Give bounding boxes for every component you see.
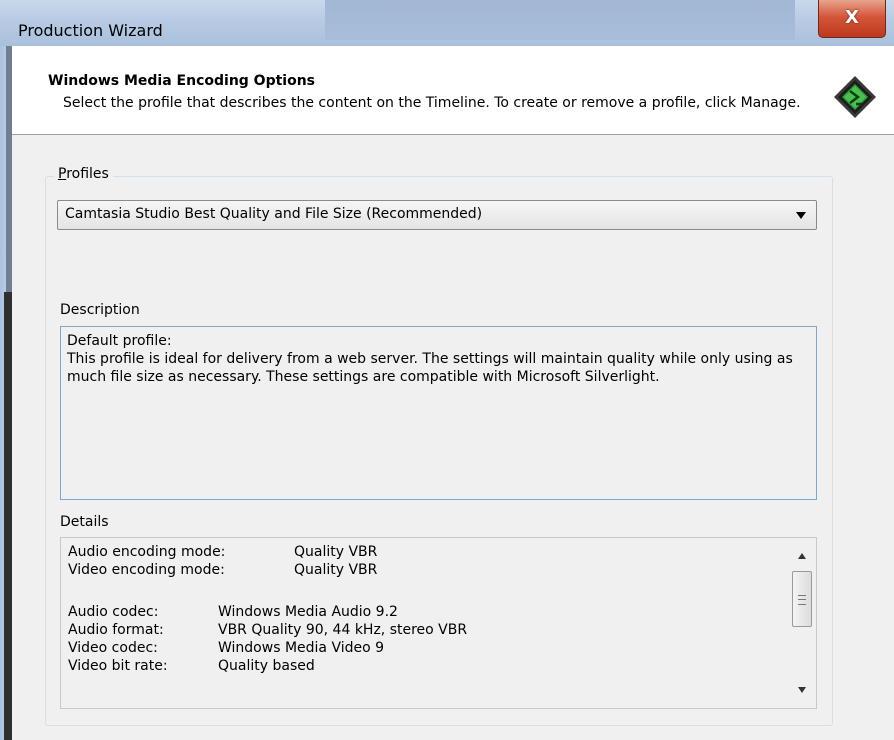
chevron-down-icon[interactable] [796, 212, 806, 219]
details-scrollbar[interactable] [790, 541, 814, 705]
page-subtitle: Select the profile that describes the co… [63, 95, 801, 111]
wizard-header: Windows Media Encoding Options Select th… [12, 46, 894, 135]
profiles-group-label: Profiles [54, 166, 113, 182]
details-row: Video encoding mode: Quality VBR [68, 562, 378, 578]
scrollbar-thumb[interactable] [792, 571, 812, 627]
details-row: Video codec: Windows Media Video 9 [68, 640, 385, 656]
details-row: Audio codec: Windows Media Audio 9.2 [68, 604, 398, 620]
scroll-down-icon[interactable] [798, 687, 806, 693]
window-left-frame [0, 46, 12, 740]
grip-icon [798, 595, 806, 605]
details-row: Audio format: VBR Quality 90, 44 kHz, st… [68, 622, 468, 638]
profile-select-value: Camtasia Studio Best Quality and File Si… [65, 206, 483, 222]
description-line-1: Default profile: [67, 333, 172, 349]
description-line-2: This profile is ideal for delivery from … [67, 351, 793, 385]
close-icon: X [845, 7, 859, 28]
page-title: Windows Media Encoding Options [48, 73, 316, 89]
close-button[interactable]: X [818, 0, 886, 38]
details-box[interactable]: Audio encoding mode: Quality VBR Video e… [60, 537, 817, 709]
background-window-ghost [325, 0, 795, 40]
window-title: Production Wizard [18, 21, 163, 40]
description-box[interactable]: Default profile: This profile is ideal f… [60, 326, 817, 500]
camtasia-logo-icon [834, 76, 876, 118]
scroll-up-icon[interactable] [798, 553, 806, 559]
details-row: Video bit rate: Quality based [68, 658, 315, 674]
details-label: Details [60, 514, 109, 530]
profile-select[interactable]: Camtasia Studio Best Quality and File Si… [57, 200, 817, 230]
description-label: Description [60, 302, 140, 318]
details-row: Audio encoding mode: Quality VBR [68, 544, 378, 560]
title-bar: Production Wizard X [0, 0, 894, 47]
